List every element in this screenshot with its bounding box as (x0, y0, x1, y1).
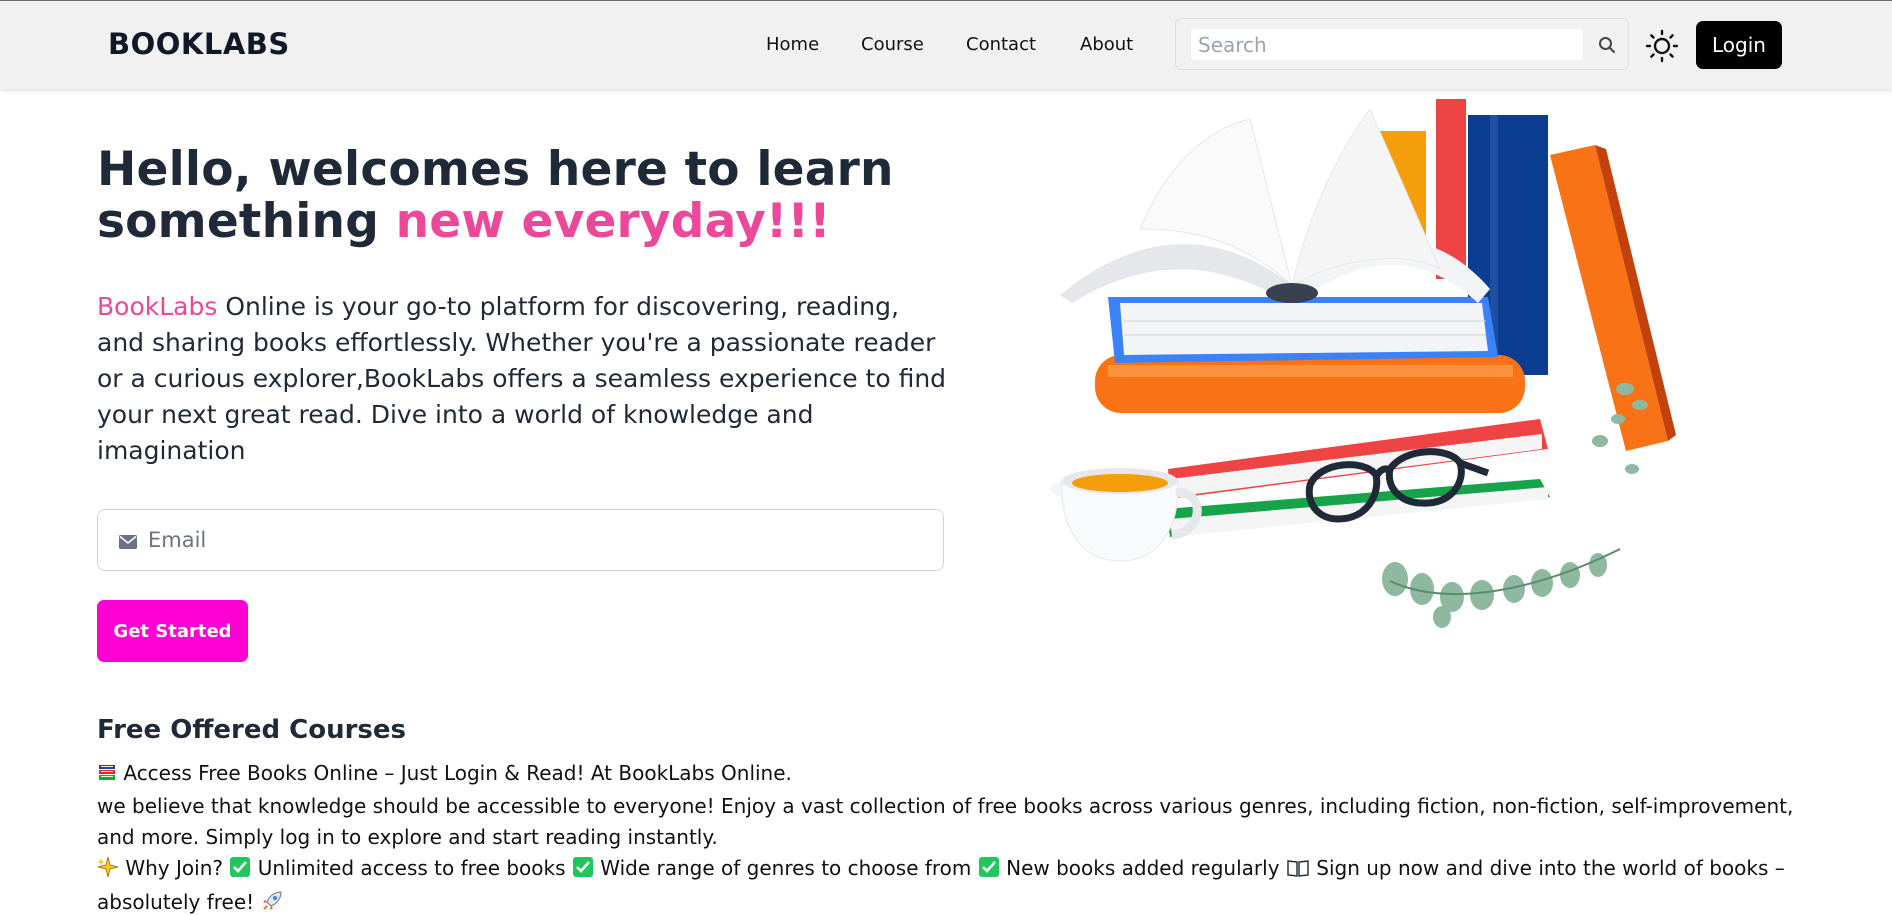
nav-link-course[interactable]: Course (861, 34, 924, 55)
nav-link-home[interactable]: Home (766, 34, 819, 55)
envelope-icon (119, 534, 137, 549)
courses-intro: Access Free Books Online – Just Login & … (97, 761, 1797, 788)
nav-link-about[interactable]: About (1080, 34, 1133, 55)
sun-icon[interactable] (1645, 29, 1679, 63)
why-join-text: Why Join? (125, 856, 223, 880)
search-input[interactable] (1191, 29, 1583, 60)
courses-title: Free Offered Courses (97, 715, 407, 745)
email-field[interactable] (148, 522, 928, 558)
hero-desc-brand: BookLabs (97, 292, 218, 321)
search-container (1175, 18, 1629, 70)
hero-desc-text: Online is your go-to platform for discov… (97, 292, 947, 465)
nav-link-contact[interactable]: Contact (966, 34, 1036, 55)
books-illustration (1020, 89, 1680, 639)
check-emoji-icon (229, 856, 251, 887)
benefit-3-text: New books added regularly (1006, 856, 1280, 880)
check-emoji-icon (978, 856, 1000, 887)
open-book-emoji-icon (1286, 856, 1310, 887)
rocket-emoji-icon (261, 890, 283, 915)
courses-intro-text: Access Free Books Online – Just Login & … (123, 761, 792, 785)
check-emoji-icon (572, 856, 594, 887)
brand-logo[interactable]: BOOKLABS (108, 27, 290, 61)
navbar: BOOKLABS Home Course Contact About Searc… (0, 1, 1892, 89)
courses-body: we believe that knowledge should be acce… (97, 791, 1797, 915)
sparkle-emoji-icon (97, 856, 119, 887)
hero-description: BookLabs Online is your go-to platform f… (97, 289, 947, 469)
books-emoji-icon (97, 763, 117, 788)
get-started-button[interactable]: Get Started (97, 600, 248, 662)
hero-title-highlight: new everyday!!! (395, 194, 831, 249)
hero-title: Hello, welcomes here to learn something … (97, 144, 957, 248)
benefit-1-text: Unlimited access to free books (257, 856, 566, 880)
search-icon[interactable] (1597, 35, 1617, 55)
benefit-2-text: Wide range of genres to choose from (600, 856, 972, 880)
courses-body-text: we believe that knowledge should be acce… (97, 794, 1794, 849)
email-field-container (97, 509, 944, 571)
login-button[interactable]: Login (1696, 21, 1782, 69)
